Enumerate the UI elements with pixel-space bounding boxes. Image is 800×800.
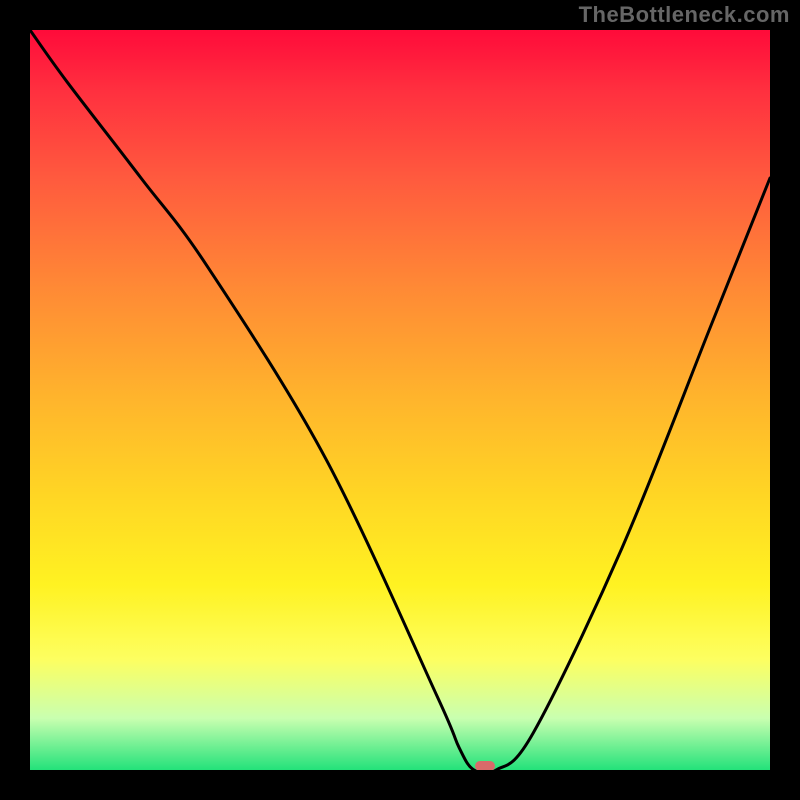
optimal-marker	[475, 761, 495, 770]
watermark-text: TheBottleneck.com	[579, 2, 790, 28]
chart-frame: TheBottleneck.com	[0, 0, 800, 800]
plot-area	[30, 30, 770, 770]
bottleneck-curve	[30, 30, 770, 770]
